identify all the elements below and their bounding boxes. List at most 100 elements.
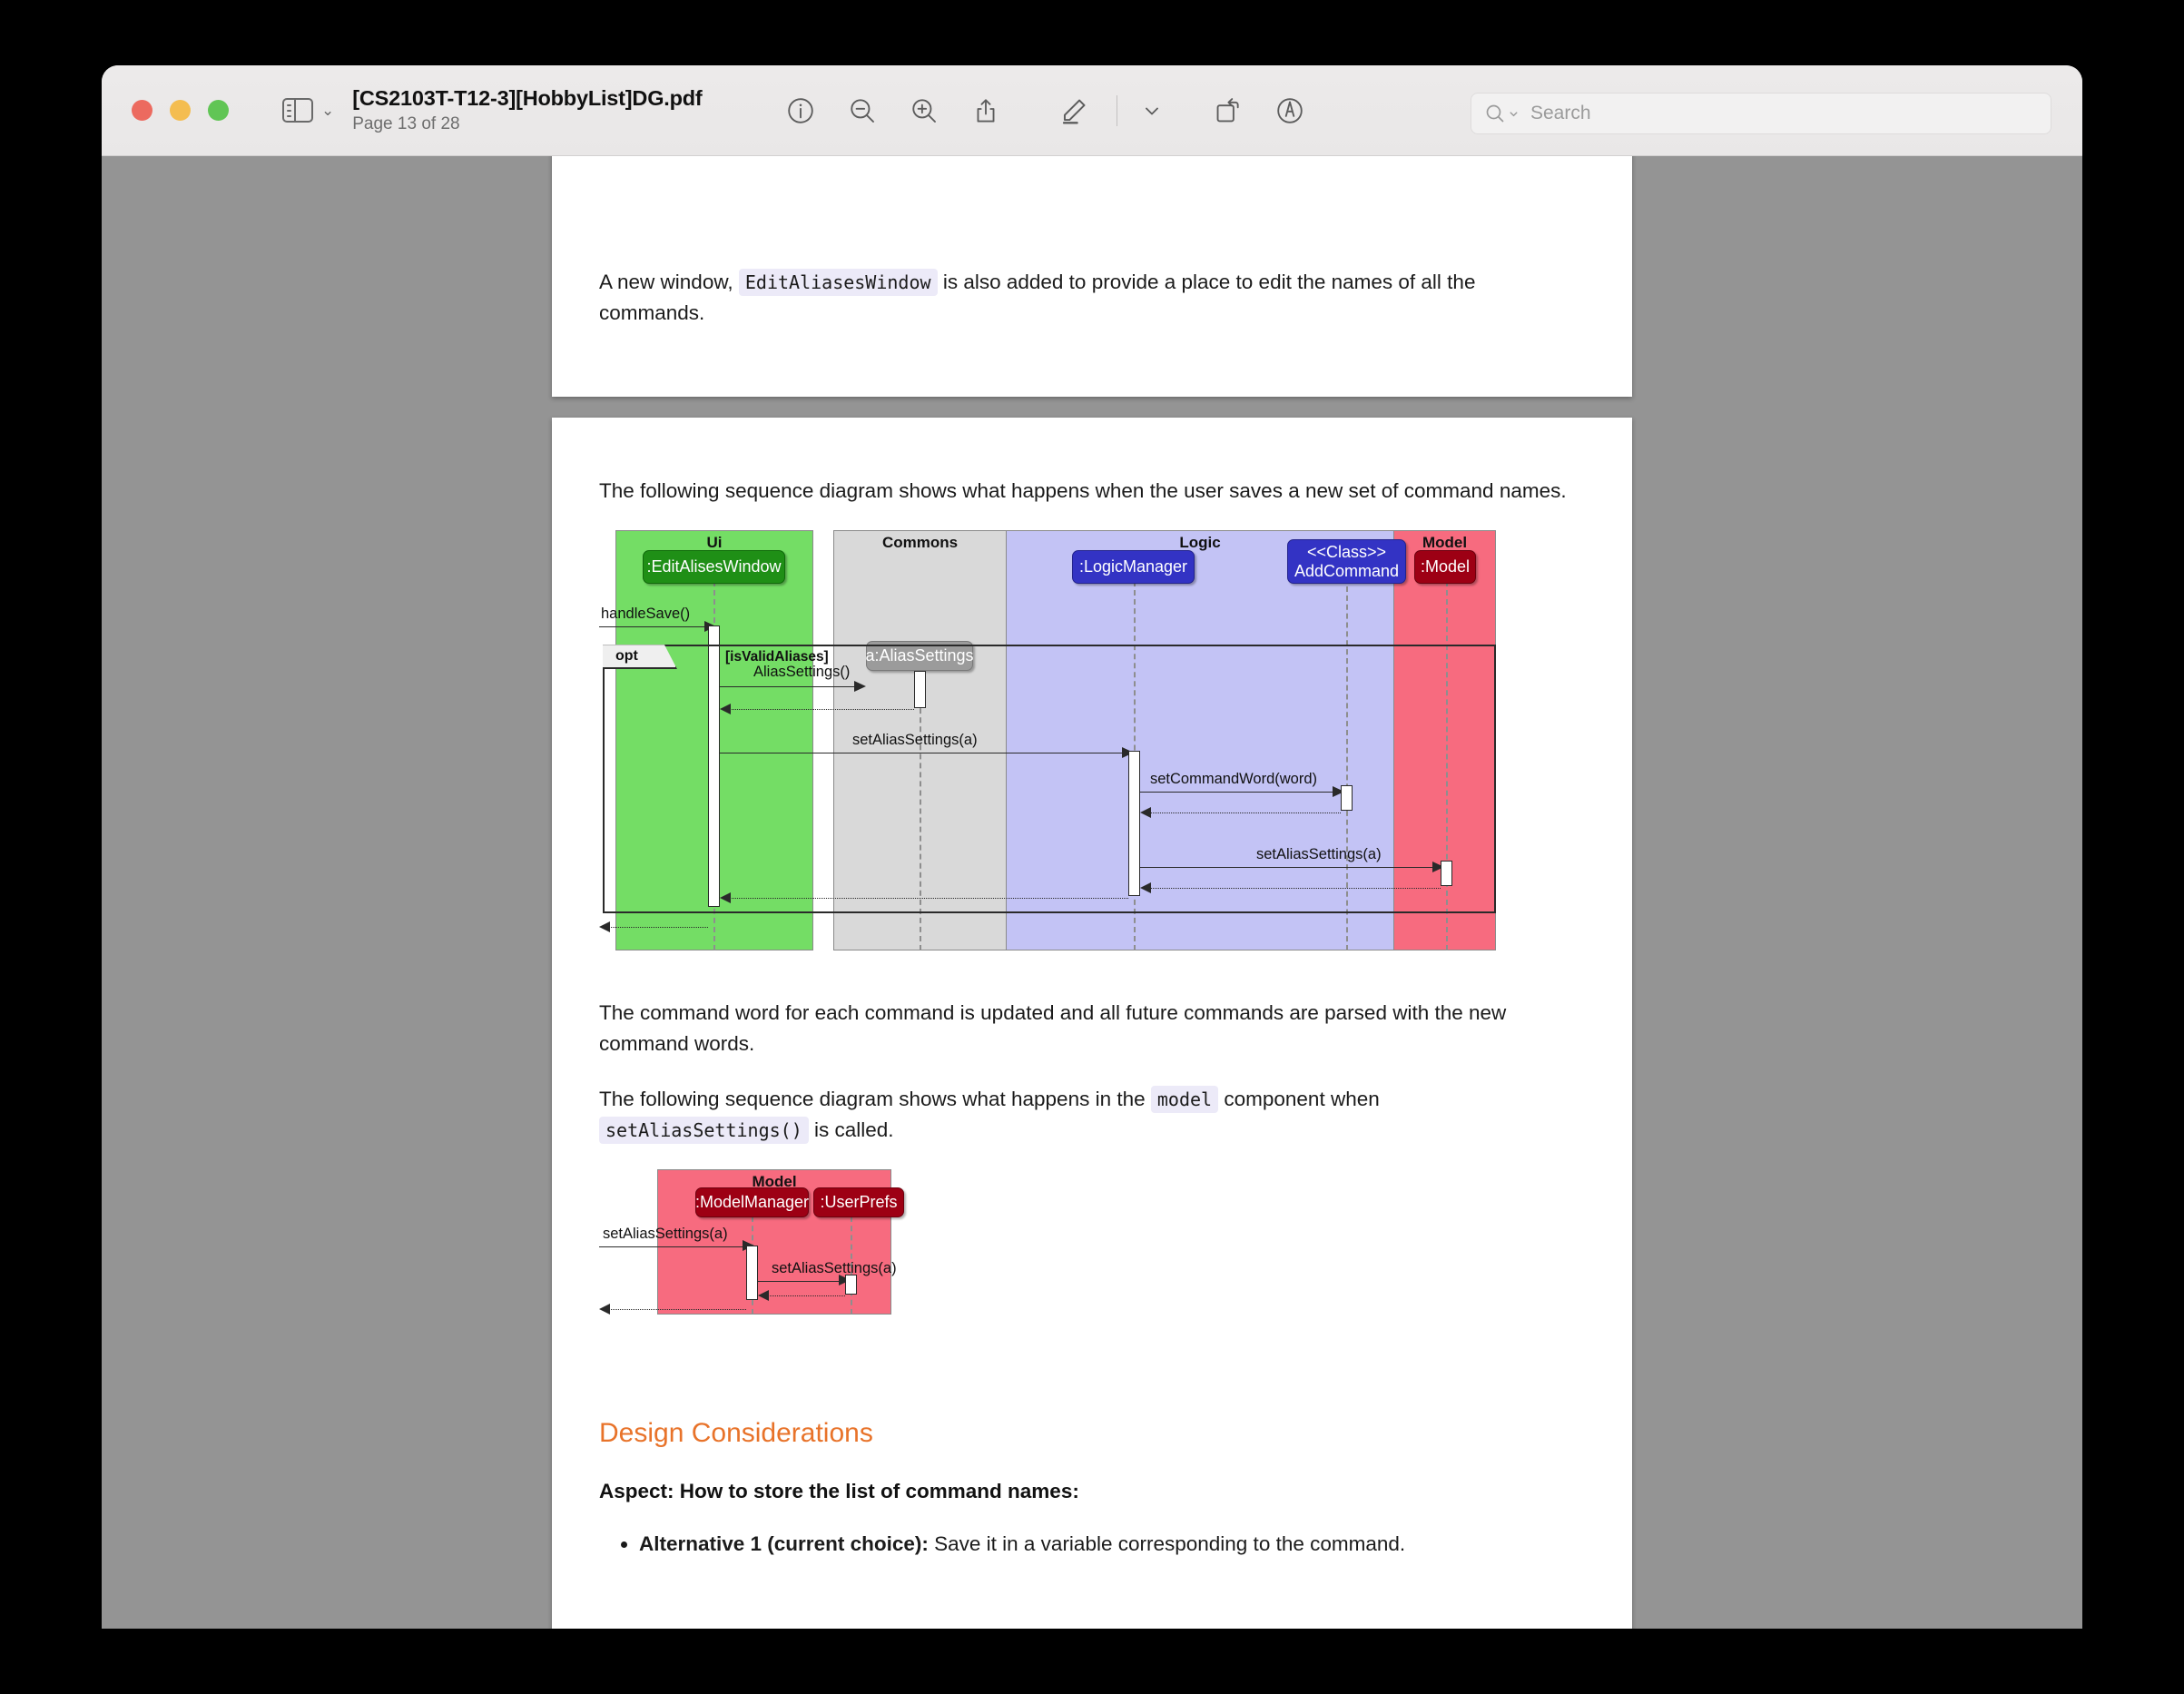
participant-modelmanager: :ModelManager: [695, 1187, 809, 1217]
return-line-userprefs: [764, 1295, 845, 1296]
window-titlebar: ⌄ [CS2103T-T12-3][HobbyList]DG.pdf Page …: [102, 65, 2082, 156]
paragraph-new-window: A new window, EditAliasesWindow is also …: [599, 267, 1585, 329]
zoom-out-button[interactable]: [831, 84, 893, 138]
code-model: model: [1151, 1086, 1218, 1113]
message-line-setaliassettings-model: [1140, 867, 1436, 868]
document-title-block: [CS2103T-T12-3][HobbyList]DG.pdf Page 13…: [352, 86, 702, 133]
markup-button[interactable]: [1044, 84, 1106, 138]
message-label-setaliassettings-model: setAliasSettings(a): [1256, 846, 1382, 863]
search-chevron-down-icon: [1508, 108, 1520, 120]
message-label-setcommandword: setCommandWord(word): [1150, 771, 1317, 788]
message-line-setaliassettings-up: [758, 1281, 842, 1282]
message-line-setcommandword: [1140, 792, 1336, 793]
text-fragment: component when: [1224, 1088, 1379, 1110]
sequence-diagram-save-aliases: Ui Commons Logic Model: [599, 530, 1511, 970]
zoom-button[interactable]: [208, 100, 229, 121]
opt-fragment-operator: opt: [603, 645, 677, 669]
return-line-actor: [605, 927, 708, 928]
paragraph-command-word-updated: The command word for each command is upd…: [599, 998, 1585, 1059]
page-indicator: Page 13 of 28: [352, 114, 702, 134]
paragraph-intro-sequence: The following sequence diagram shows wha…: [599, 476, 1585, 507]
participant-editaliseswindow: :EditAlisesWindow: [643, 550, 785, 584]
paragraph-model-sequence: The following sequence diagram shows wha…: [599, 1084, 1585, 1146]
band-title-commons: Commons: [834, 534, 1006, 552]
message-line-aliassettings-ctor: [720, 686, 854, 687]
message-line-setaliassettings-mm: [599, 1246, 746, 1247]
participant-label: :ModelManager: [695, 1193, 809, 1212]
markup-options-button[interactable]: [1128, 84, 1176, 138]
participant-addcommand: <<Class>> AddCommand: [1287, 539, 1406, 584]
activation-model: [1441, 861, 1452, 886]
alternative-label: Alternative 1 (current choice):: [639, 1532, 929, 1555]
text-fragment: is called.: [814, 1118, 894, 1141]
toolbar: [770, 84, 1321, 138]
code-editaliaseswindow: EditAliasesWindow: [739, 269, 938, 296]
participant-label: AddCommand: [1294, 562, 1399, 581]
return-line-setaliassettings-model: [1146, 888, 1441, 889]
share-button[interactable]: [955, 84, 1017, 138]
participant-label: :Model: [1421, 557, 1470, 576]
participant-userprefs: :UserPrefs: [813, 1187, 904, 1217]
search-placeholder: Search: [1530, 103, 1591, 124]
message-label-setaliassettings-up: setAliasSettings(a): [772, 1260, 897, 1277]
return-line-modelmanager: [605, 1309, 746, 1310]
participant-label: :EditAlisesWindow: [646, 557, 781, 576]
close-button[interactable]: [132, 100, 152, 121]
code-setaliassettings: setAliasSettings(): [599, 1117, 809, 1144]
message-label-aliassettings-ctor: AliasSettings(): [753, 664, 850, 681]
text-fragment: A new window,: [599, 271, 733, 293]
info-button[interactable]: [770, 84, 831, 138]
info-icon: [786, 96, 815, 125]
rotate-icon: [1214, 96, 1243, 125]
zoom-in-icon: [910, 96, 939, 125]
zoom-in-button[interactable]: [893, 84, 955, 138]
annotate-icon: [1275, 96, 1304, 125]
return-line-logicmanager: [726, 898, 1128, 899]
minimize-button[interactable]: [170, 100, 191, 121]
return-line-aliassettings: [726, 709, 914, 710]
search-field[interactable]: Search: [1471, 93, 2051, 134]
sidebar-icon: [282, 98, 313, 123]
zoom-out-icon: [848, 96, 877, 125]
list-item: Alternative 1 (current choice): Save it …: [639, 1529, 1585, 1560]
alternatives-list: Alternative 1 (current choice): Save it …: [599, 1529, 1585, 1560]
arrowhead-aliassettings-ctor: [854, 681, 866, 692]
participant-logicmanager: :LogicManager: [1072, 550, 1195, 584]
arrowhead-return-userprefs: [758, 1290, 769, 1301]
message-label-setaliassettings-mm: setAliasSettings(a): [603, 1226, 728, 1243]
arrowhead-return-logicmanager: [720, 892, 731, 903]
message-label-handlesave: handleSave(): [601, 606, 690, 623]
arrowhead-return-setcommandword: [1140, 807, 1151, 818]
pdf-page-current: The following sequence diagram shows wha…: [552, 418, 1632, 1629]
activation-logicmanager: [1128, 751, 1140, 896]
arrowhead-return-aliassettings: [720, 704, 731, 714]
traffic-light-buttons: [132, 100, 229, 121]
sequence-diagram-model-setaliassettings: Model :ModelManager :UserPrefs setAliasS…: [599, 1169, 1035, 1378]
arrowhead-return-modelmanager: [599, 1304, 610, 1315]
arrowhead-return-actor: [599, 921, 610, 932]
participant-label: :LogicManager: [1079, 557, 1187, 576]
activation-aliassettings: [914, 671, 926, 708]
chevron-down-icon: [1141, 100, 1163, 122]
share-icon: [971, 96, 1000, 125]
pdf-scroll-area[interactable]: A new window, EditAliasesWindow is also …: [102, 156, 2082, 1629]
section-heading-design-considerations: Design Considerations: [599, 1418, 1585, 1449]
band-title-model: Model: [1394, 534, 1495, 552]
sidebar-toggle-button[interactable]: ⌄: [282, 98, 334, 123]
activation-addcommand: [1341, 785, 1353, 811]
participant-label: :UserPrefs: [820, 1193, 897, 1212]
markup-pencil-icon: [1059, 95, 1090, 126]
message-label-setaliassettings-logic: setAliasSettings(a): [852, 732, 978, 749]
message-line-handlesave: [599, 626, 708, 627]
aspect-heading: Aspect: How to store the list of command…: [599, 1480, 1585, 1503]
pdf-page-previous: A new window, EditAliasesWindow is also …: [552, 156, 1632, 397]
rotate-button[interactable]: [1197, 84, 1259, 138]
activation-modelmanager: [746, 1246, 758, 1300]
text-fragment: The following sequence diagram shows wha…: [599, 1088, 1146, 1110]
opt-fragment: [603, 645, 1496, 913]
participant-model: :Model: [1414, 550, 1476, 584]
activation-userprefs: [845, 1275, 857, 1295]
participant-stereotype: <<Class>>: [1307, 543, 1386, 562]
band-title-ui: Ui: [616, 534, 812, 552]
annotate-button[interactable]: [1259, 84, 1321, 138]
